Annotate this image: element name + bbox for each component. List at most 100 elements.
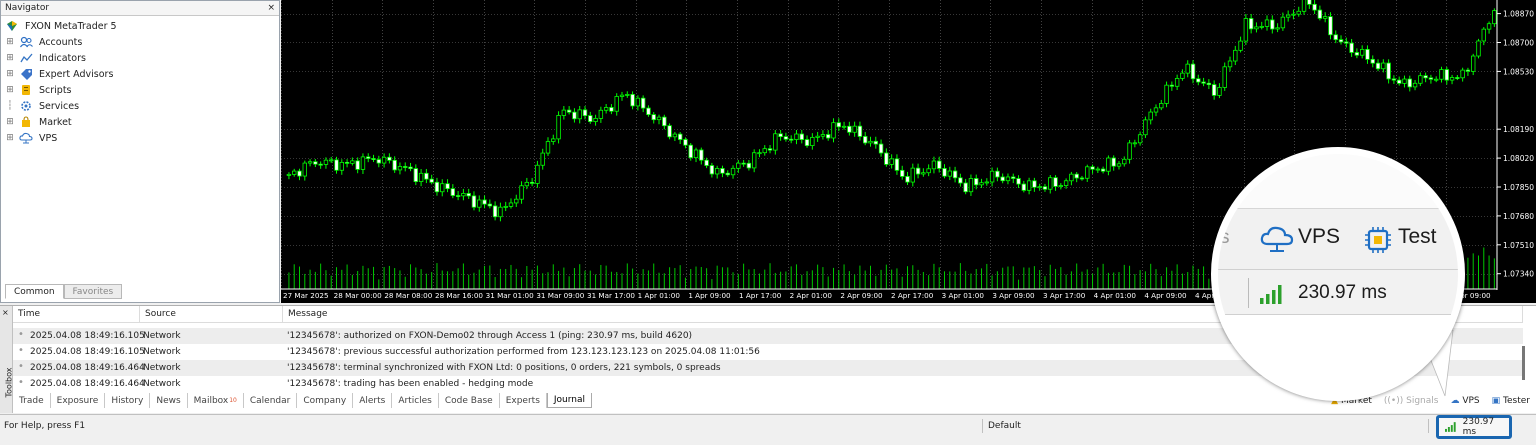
candle-body [1090, 166, 1095, 170]
tab-news[interactable]: News [150, 393, 188, 408]
candle-body [720, 168, 725, 174]
candle-body [1354, 52, 1360, 56]
candle-body [514, 198, 519, 204]
candle-body [323, 159, 329, 165]
tree-item-scripts[interactable]: ⊞ Scripts [5, 82, 279, 98]
tab-articles[interactable]: Articles [392, 393, 439, 408]
row-message: '12345678': authorized on FXON-Demo02 th… [287, 331, 693, 341]
tab-common[interactable]: Common [5, 284, 64, 299]
candle-body [1048, 177, 1053, 190]
tree-item-accounts[interactable]: ⊞ Accounts [5, 34, 279, 50]
expert-advisors-icon [19, 68, 33, 80]
candle-body [1317, 9, 1323, 19]
candle-body [1042, 186, 1048, 190]
tab-journal[interactable]: Journal [546, 393, 593, 408]
price-label: 1.07680 [1503, 212, 1534, 221]
candle-body [344, 161, 350, 164]
tab-tester[interactable]: ▣ Tester [1492, 396, 1530, 406]
indicators-icon [19, 52, 33, 64]
candle-body [545, 141, 551, 154]
expand-icon[interactable]: ⊞ [5, 53, 15, 63]
vertical-scrollbar[interactable] [1522, 346, 1525, 380]
column-header-time[interactable]: Time [13, 306, 140, 323]
row-message: '12345678': trading has been enabled - h… [287, 379, 534, 389]
tab-trade[interactable]: Trade [13, 393, 51, 408]
candle-body [403, 166, 408, 168]
close-icon[interactable]: × [2, 308, 9, 317]
candle-body [741, 162, 746, 165]
magnifier-partial-label: s [1220, 227, 1230, 248]
candle-body [1291, 13, 1296, 16]
candle-body [498, 206, 503, 218]
candle-body [725, 172, 730, 176]
tab-history[interactable]: History [105, 393, 151, 408]
candle-body [551, 138, 556, 142]
expand-icon[interactable]: ⊞ [5, 69, 15, 79]
candle-body [556, 115, 561, 140]
candle-body [1005, 176, 1011, 182]
candle-body [503, 205, 508, 208]
status-bar: For Help, press F1 Default 230.97 ms [0, 414, 1536, 445]
tree-item-expert-advisors[interactable]: ⊞ Expert Advisors [5, 66, 279, 82]
profile-name[interactable]: Default [988, 421, 1021, 431]
candle-body [1021, 183, 1027, 191]
tree-item-services[interactable]: ┆ Services [5, 98, 279, 114]
candle-body [952, 170, 958, 179]
candle-body [450, 188, 456, 196]
tab-favorites[interactable]: Favorites [63, 284, 123, 299]
tree-root[interactable]: FXON MetaTrader 5 [5, 18, 279, 34]
tab-mailbox[interactable]: Mailbox 10 [188, 393, 244, 408]
ping-indicator[interactable]: 230.97 ms [1436, 415, 1512, 439]
expand-icon[interactable]: ⊞ [5, 133, 15, 143]
time-label: 1 Apr 17:00 [739, 291, 782, 300]
candle-body [577, 109, 582, 120]
metatrader-logo-icon [5, 20, 19, 32]
expand-icon[interactable]: ⊞ [5, 117, 15, 127]
magnifier-tabs: s VPS Test [1218, 208, 1458, 270]
accounts-icon [19, 36, 33, 48]
expand-icon[interactable]: ⊞ [5, 85, 15, 95]
candle-body [286, 173, 292, 176]
candle-body [440, 183, 445, 193]
column-header-source[interactable]: Source [140, 306, 283, 323]
expand-icon[interactable]: ⊞ [5, 37, 15, 47]
candle-body [1349, 42, 1354, 53]
candle-body [1153, 107, 1159, 113]
candle-body [1365, 49, 1370, 60]
tab-calendar[interactable]: Calendar [244, 393, 298, 408]
candle-body [519, 185, 524, 200]
candle-body [1296, 10, 1301, 15]
tab-exposure[interactable]: Exposure [51, 393, 106, 408]
candle-body [1275, 27, 1280, 30]
candle-body [926, 168, 931, 174]
tree-item-label: Indicators [39, 52, 86, 64]
tab-company[interactable]: Company [297, 393, 354, 408]
candle-body [1471, 55, 1476, 72]
candle-body [1375, 62, 1381, 70]
tab-alerts[interactable]: Alerts [353, 393, 393, 408]
candle-body [1137, 134, 1143, 144]
tree-item-indicators[interactable]: ⊞ Indicators [5, 50, 279, 66]
tree-item-market[interactable]: ⊞ Market [5, 114, 279, 130]
row-message: '12345678': terminal synchronized with F… [287, 363, 721, 373]
close-icon[interactable]: × [267, 3, 275, 13]
candle-body [746, 162, 752, 169]
time-label: 1 Apr 09:00 [688, 291, 731, 300]
candle-body [947, 170, 952, 177]
candle-body [1359, 49, 1365, 56]
candle-body [630, 94, 635, 107]
candle-body [804, 139, 810, 146]
candle-body [582, 109, 588, 117]
tab-experts[interactable]: Experts [500, 393, 547, 408]
candle-body [878, 143, 884, 154]
price-label: 1.08530 [1503, 67, 1534, 76]
candle-body [868, 140, 873, 144]
candle-body [392, 159, 397, 171]
tab-code-base[interactable]: Code Base [439, 393, 500, 408]
toolbox-sidebar: × Toolbox [0, 306, 14, 413]
candle-body [1254, 26, 1259, 30]
tree-item-vps[interactable]: ⊞ VPS [5, 130, 279, 146]
time-label: 4 Apr 01:00 [1094, 291, 1137, 300]
candle-body [492, 205, 498, 218]
time-label: 2 Apr 01:00 [790, 291, 833, 300]
